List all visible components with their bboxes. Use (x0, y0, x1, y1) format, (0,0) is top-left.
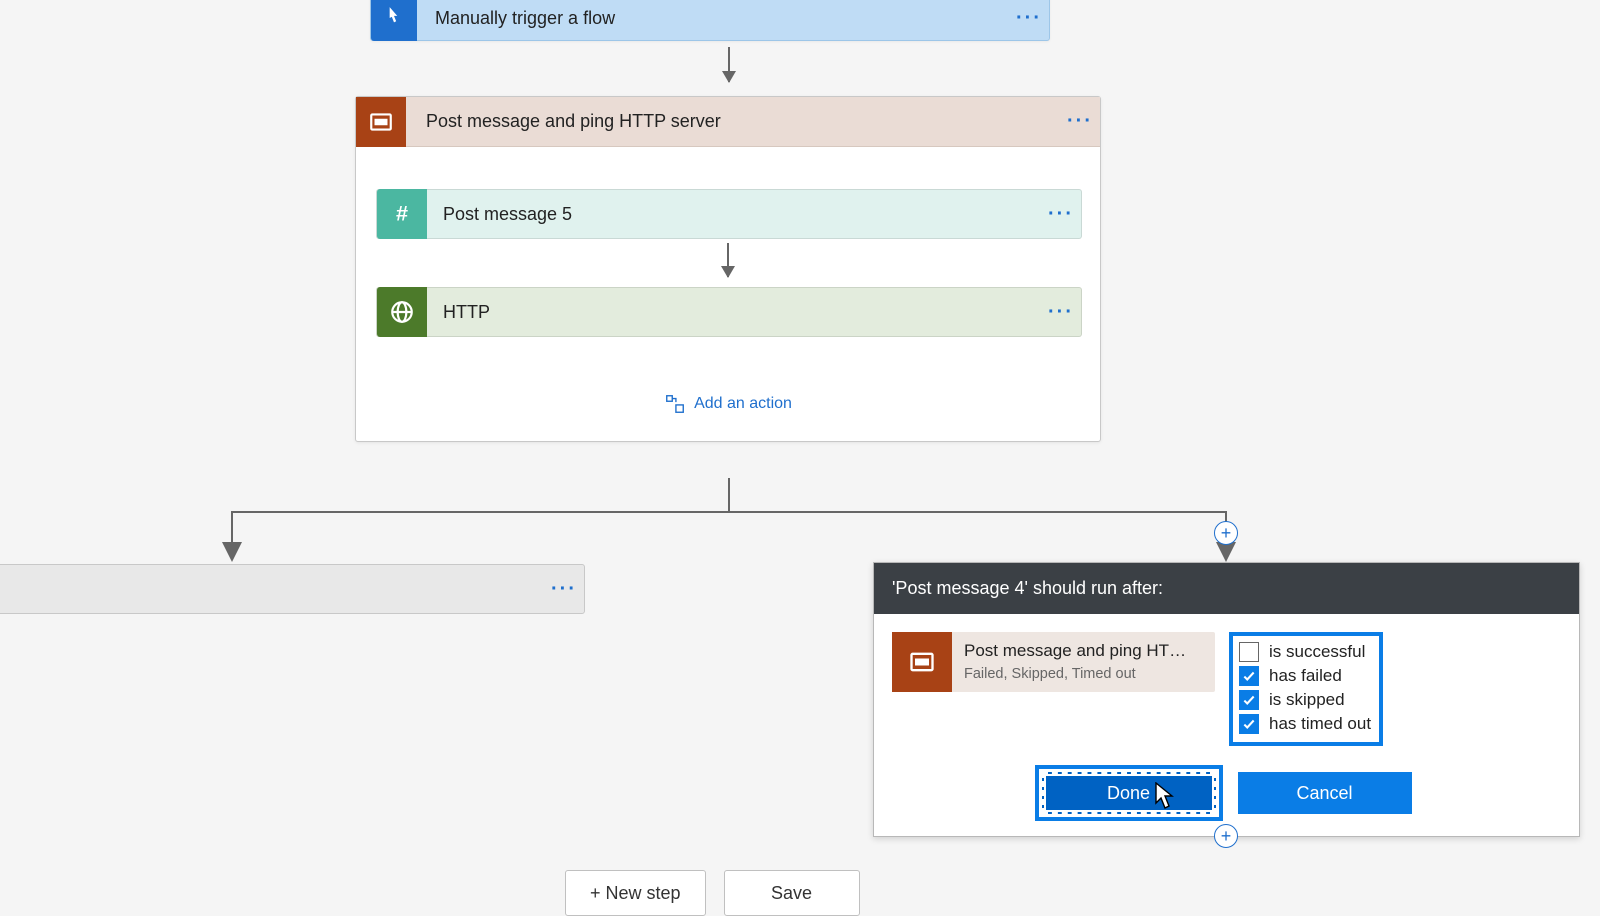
insert-step-button[interactable]: + (1214, 521, 1238, 545)
hash-icon: # (377, 189, 427, 239)
scope-header[interactable]: Post message and ping HTTP server ··· (356, 97, 1100, 147)
run-after-options: is successful has failed is skipped has tim… (1229, 632, 1383, 746)
http-step[interactable]: HTTP ··· (376, 287, 1082, 337)
connector-arrow (727, 243, 729, 277)
insert-step-button[interactable]: + (1214, 824, 1238, 848)
scope-label: Post message and ping HTTP server (406, 111, 1060, 132)
run-after-prev-step[interactable]: Post message and ping HTTP s... Failed, … (892, 632, 1215, 692)
http-step-label: HTTP (427, 302, 1041, 323)
new-step-button[interactable]: + New step (565, 870, 706, 916)
slack-step-label: Post message 5 (427, 204, 1041, 225)
run-after-option[interactable]: is skipped (1239, 688, 1371, 712)
scope-menu-icon[interactable]: ··· (1060, 110, 1100, 133)
scope-icon (892, 632, 952, 692)
http-menu-icon[interactable]: ··· (1041, 301, 1081, 324)
svg-text:#: # (396, 201, 408, 226)
checkbox-checked-icon[interactable] (1239, 666, 1259, 686)
run-after-title: 'Post message 4' should run after: (874, 563, 1579, 614)
trigger-label: Manually trigger a flow (417, 8, 1009, 29)
save-button[interactable]: Save (724, 870, 860, 916)
add-action-button[interactable]: Add an action (376, 393, 1080, 415)
scope-card[interactable]: Post message and ping HTTP server ··· # … (355, 96, 1101, 442)
left-branch-label: n (0, 579, 544, 600)
run-after-option-label: is successful (1269, 642, 1365, 662)
run-after-option-label: is skipped (1269, 690, 1345, 710)
slack-menu-icon[interactable]: ··· (1041, 203, 1081, 226)
checkbox-checked-icon[interactable] (1239, 714, 1259, 734)
run-after-option[interactable]: is successful (1239, 640, 1371, 664)
done-button[interactable]: Done (1042, 772, 1216, 814)
run-after-panel: 'Post message 4' should run after: Post … (873, 562, 1580, 837)
add-action-label: Add an action (694, 395, 792, 413)
left-branch-card[interactable]: n ··· (0, 564, 585, 614)
run-after-option-label: has failed (1269, 666, 1342, 686)
trigger-card[interactable]: Manually trigger a flow ··· (370, 0, 1050, 41)
run-after-option-label: has timed out (1269, 714, 1371, 734)
checkbox-unchecked-icon[interactable] (1239, 642, 1259, 662)
run-after-option[interactable]: has failed (1239, 664, 1371, 688)
connector-arrow (728, 47, 730, 82)
prev-step-title: Post message and ping HTTP s... (964, 640, 1194, 663)
scope-icon (356, 97, 406, 147)
cancel-button[interactable]: Cancel (1238, 772, 1412, 814)
prev-step-status: Failed, Skipped, Timed out (964, 665, 1194, 685)
run-after-option[interactable]: has timed out (1239, 712, 1371, 736)
trigger-menu-icon[interactable]: ··· (1009, 7, 1049, 30)
pointer-icon (371, 0, 417, 41)
slack-step[interactable]: # Post message 5 ··· (376, 189, 1082, 239)
globe-icon (377, 287, 427, 337)
left-branch-menu-icon[interactable]: ··· (544, 578, 584, 601)
checkbox-checked-icon[interactable] (1239, 690, 1259, 710)
